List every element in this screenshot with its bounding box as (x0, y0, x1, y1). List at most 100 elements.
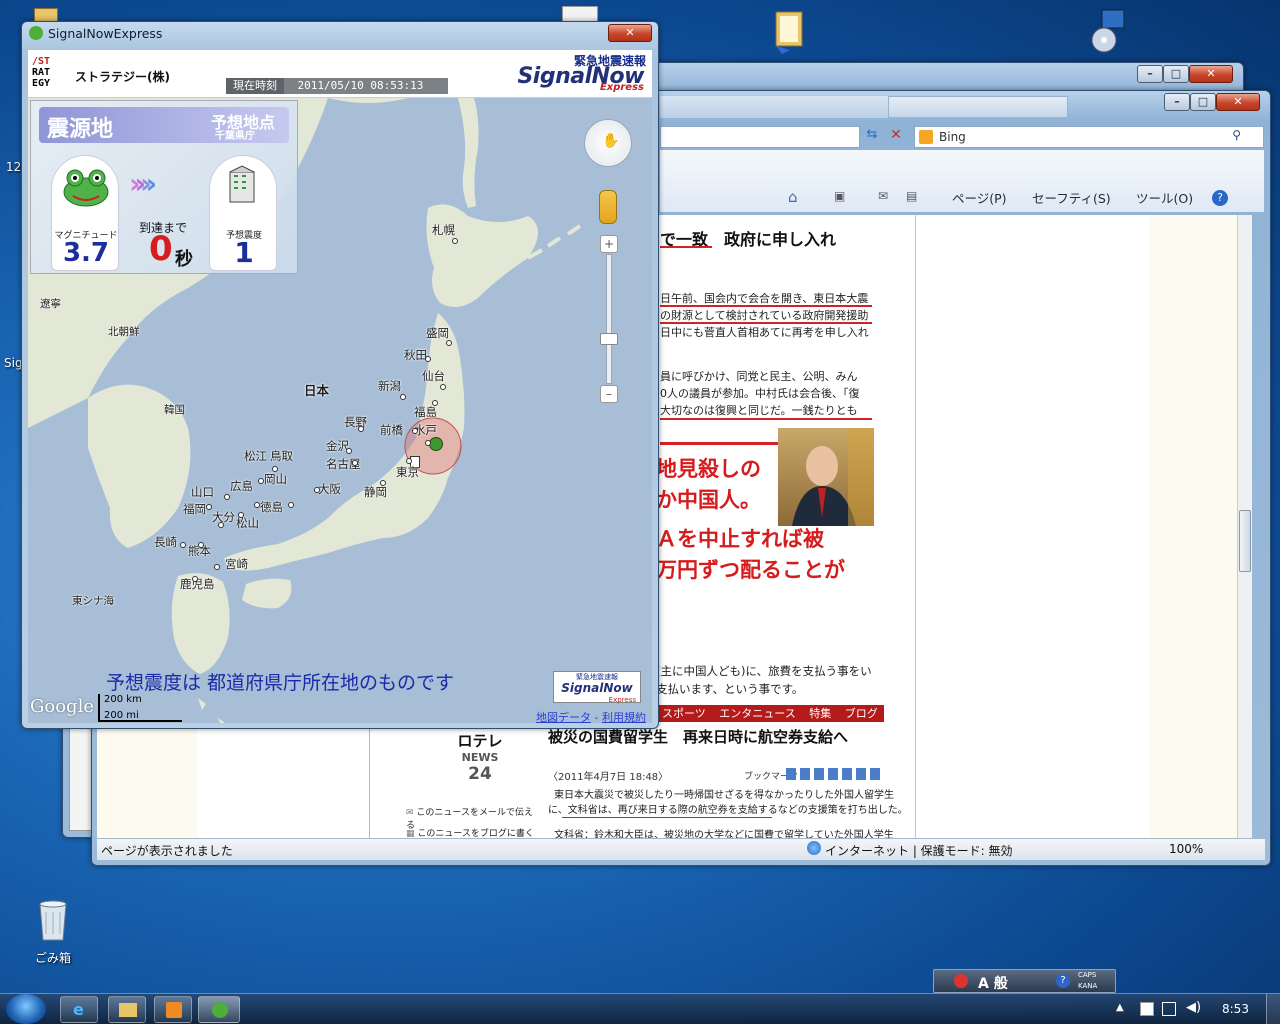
ie-status-bar: ページが表示されました インターネット | 保護モード: 無効 100% (97, 838, 1265, 860)
search-input[interactable]: Bing (939, 130, 966, 144)
help-icon[interactable]: ? (1212, 190, 1228, 206)
blog-link-text[interactable]: このニュースをブログに書く (417, 829, 534, 838)
bg-minimize-button[interactable]: – (1137, 65, 1163, 83)
page-menu[interactable]: ページ(P) (952, 188, 1007, 207)
mini-logo[interactable]: 緊急地震速報 SignalNow Express (553, 671, 641, 704)
street-view-icon[interactable] (599, 190, 617, 224)
forecast-point-value: 千葉県庁 (215, 131, 255, 142)
search-box[interactable]: Bing ⚲ (914, 126, 1264, 148)
para-line: 員に呼びかけ、同党と民主、公明、みん (660, 370, 858, 383)
scale-km: 200 km (104, 694, 142, 705)
home-icon[interactable]: ⌂ (788, 188, 798, 206)
scrollbar-thumb[interactable] (1239, 510, 1251, 572)
tab-bing[interactable] (888, 96, 1068, 118)
para-line: (主に中国人ども)に、旅費を支払う事をい (656, 664, 872, 678)
kana-label: KANA (1078, 982, 1098, 990)
taskbar-explorer-icon[interactable] (108, 996, 146, 1023)
zoom-slider-track[interactable] (606, 254, 612, 384)
ime-mode[interactable]: A 般 (978, 973, 1008, 993)
news-date: 〈2011年4月7日 18:48〉 (548, 772, 669, 783)
brand-sub: Express (599, 82, 644, 93)
ie-minimize-button[interactable]: – (1164, 93, 1190, 111)
bg-close-button[interactable]: ✕ (1189, 65, 1233, 83)
feeds-icon[interactable]: ▣ (834, 189, 845, 203)
para-line: 支払います、という事です。 (656, 682, 804, 696)
tray-arrow-icon[interactable]: ▲ (1116, 1002, 1124, 1013)
zone-text[interactable]: インターネット | 保護モード: 無効 (825, 842, 1013, 859)
ie-maximize-button[interactable]: □ (1190, 93, 1216, 111)
news-line: 東日本大震災で被災したり一時帰国せざるを得なかったりした外国人留学生 (554, 790, 894, 801)
search-icon[interactable]: ⚲ (1232, 128, 1241, 142)
epicenter-header: 震源地 予想地点 千葉県庁 (39, 107, 289, 143)
article-para-1: 日午前、国会内で会合を開き、東日本大震 の財源として検討されている政府開発援助 … (660, 290, 869, 341)
para-line: 大切なのは復興と同じだ。一銭たりとも (660, 404, 858, 417)
nav-ent[interactable]: エンタニュース (719, 707, 795, 720)
address-bar[interactable] (660, 126, 860, 148)
taskbar-signalnow-icon[interactable] (198, 996, 240, 1023)
tray-volume-icon[interactable]: ◀) (1186, 1000, 1201, 1015)
show-desktop-button[interactable] (1266, 994, 1280, 1024)
mini-logo-brand: SignalNow (561, 681, 633, 695)
print-icon[interactable]: ▤ (906, 189, 917, 203)
vertical-scrollbar[interactable] (1237, 215, 1252, 838)
magnitude-badge: マグニチュード 3.7 (51, 155, 119, 271)
zoom-in-button[interactable]: + (600, 235, 618, 253)
clock[interactable]: 8:53 (1222, 1002, 1249, 1016)
ie-close-button[interactable]: ✕ (1216, 93, 1260, 111)
news-line: に、文科省は、再び来日する際の航空券を支給するなどの支援策を打ち出した。 (548, 805, 908, 816)
zoom-out-button[interactable]: – (600, 385, 618, 403)
magnitude-value: 3.7 (62, 238, 110, 268)
scale-bar: 200 km 200 mi (98, 694, 182, 722)
info-panel: 震源地 予想地点 千葉県庁 マグニチュード 3.7 ›››› 到達まで 0 秒 … (30, 100, 298, 274)
stop-icon[interactable]: ✕ (886, 127, 906, 147)
mail-icon[interactable]: ✉ (878, 189, 888, 203)
taskbar-ie-icon[interactable]: e (60, 996, 98, 1023)
desktop-install-icon[interactable] (1088, 6, 1132, 56)
scale-mi: 200 mi (104, 710, 139, 721)
caps-label: CAPS (1078, 971, 1097, 979)
frog-icon (63, 169, 109, 207)
signalnow-close-button[interactable]: ✕ (608, 24, 652, 42)
epicenter-marker-icon[interactable] (429, 437, 443, 451)
recycle-bin-label: ごみ箱 (34, 951, 71, 965)
tools-menu[interactable]: ツール(O) (1136, 188, 1193, 207)
help-ime-icon[interactable]: ? (1056, 974, 1070, 988)
safety-menu[interactable]: セーフティ(S) (1032, 188, 1111, 207)
zoom-slider-thumb[interactable] (600, 333, 618, 345)
ime-icon[interactable] (954, 974, 968, 988)
zoom-text[interactable]: 100% (1169, 842, 1203, 856)
bookmark-icons[interactable] (786, 768, 882, 780)
bg-maximize-button[interactable]: □ (1163, 65, 1189, 83)
nav-sports[interactable]: スポーツ (662, 707, 706, 720)
intensity-badge: 予想震度 1 (209, 155, 277, 271)
para-line: 0人の議員が参加。中村氏は会合後、「復 (660, 387, 860, 400)
tray-network-icon[interactable] (1162, 1002, 1176, 1016)
arrow-chevrons: ›››› (129, 167, 157, 200)
taskbar-media-icon[interactable] (154, 996, 192, 1023)
taskbar: e ▲ ◀) 8:53 (0, 993, 1280, 1024)
recycle-bin-icon[interactable]: ごみ箱 (30, 898, 76, 968)
terms-link[interactable]: 利用規約 (602, 711, 646, 724)
refresh-icon[interactable]: ⇆ (862, 127, 882, 147)
arrival-value: 0 (149, 229, 173, 269)
pan-control[interactable]: ✋ (584, 119, 632, 167)
mail-link[interactable]: ✉ このニュースをメールで伝える (406, 805, 534, 831)
desktop-folder-icon[interactable] (770, 6, 810, 56)
news-body: 東日本大震災で被災したり一時帰国せざるを得なかったりした外国人留学生 に、文科省… (548, 788, 908, 843)
map-data-link[interactable]: 地図データ (536, 711, 591, 724)
desktop-side-label-2: Sig (4, 356, 23, 370)
tray-flag-icon[interactable] (1140, 1002, 1154, 1016)
nav-feature[interactable]: 特集 (809, 707, 831, 720)
news-logo-top: ロテレ (457, 732, 503, 750)
article-para-2: 員に呼びかけ、同党と民主、公明、みん 0人の議員が参加。中村氏は会合後、「復 大… (660, 368, 860, 419)
google-logo[interactable]: Google (30, 696, 94, 717)
bing-icon (919, 130, 933, 144)
language-bar[interactable]: A 般 ? CAPS KANA (933, 969, 1116, 993)
blog-link[interactable]: ▦ このニュースをブログに書く (406, 826, 534, 838)
nav-blog[interactable]: ブログ (845, 707, 878, 720)
globe-icon (807, 841, 821, 855)
tab-strip (660, 96, 890, 118)
red-line: 万円ずつ配ることが (656, 558, 845, 582)
news-nav-bar: スポーツ エンタニュース 特集 ブログ (656, 705, 884, 722)
start-button[interactable] (6, 994, 46, 1024)
